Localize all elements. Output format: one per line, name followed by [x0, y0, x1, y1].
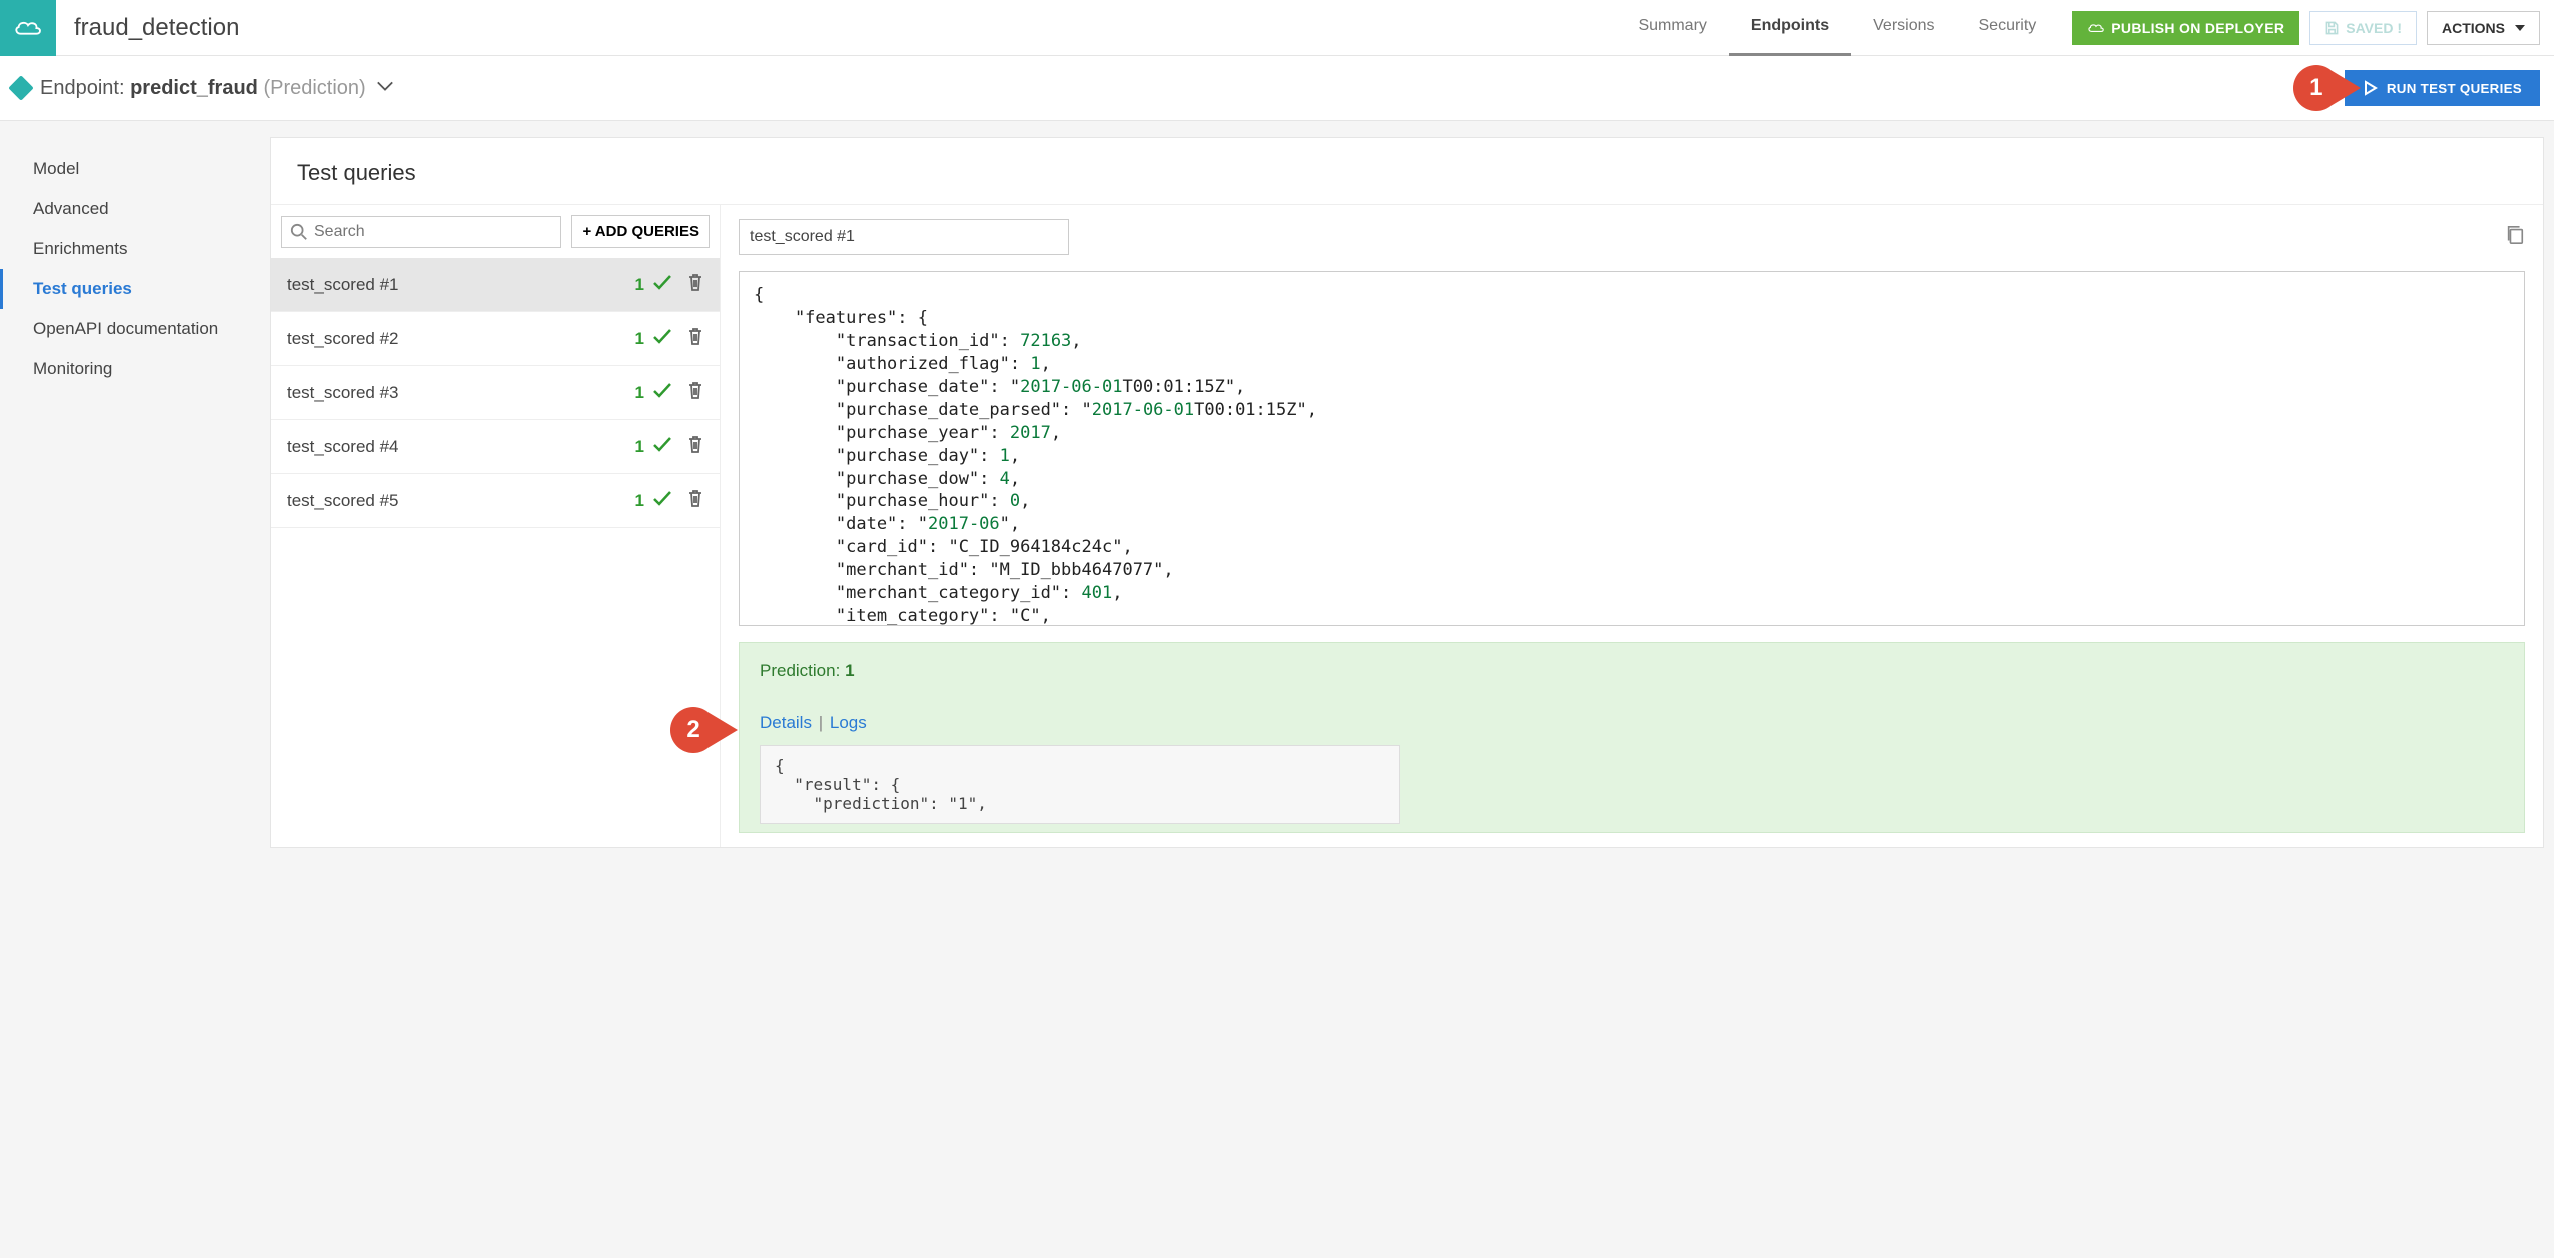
delete-query-button[interactable] [686, 380, 704, 405]
query-count: 1 [635, 329, 644, 349]
add-queries-button[interactable]: + ADD QUERIES [571, 215, 710, 248]
publish-button[interactable]: PUBLISH ON DEPLOYER [2072, 11, 2299, 45]
top-tabs: SummaryEndpointsVersionsSecurity [1616, 0, 2058, 56]
endpoint-name: predict_fraud [130, 77, 258, 99]
query-count: 1 [635, 275, 644, 295]
endpoint-type: (Prediction) [263, 77, 365, 99]
app-logo[interactable] [0, 0, 56, 56]
actions-label: ACTIONS [2442, 20, 2505, 36]
query-count: 1 [635, 437, 644, 457]
query-name: test_scored #3 [287, 383, 399, 403]
chevron-down-icon [376, 80, 394, 92]
query-name: test_scored #4 [287, 437, 399, 457]
sidebar-item-test-queries[interactable]: Test queries [0, 269, 270, 309]
prediction-value: 1 [845, 661, 854, 680]
query-name-input[interactable] [739, 219, 1069, 255]
top-bar: fraud_detection SummaryEndpointsVersions… [0, 0, 2554, 56]
prediction-box: Prediction: 1 2 Details | Logs { "result… [739, 642, 2525, 833]
logs-link[interactable]: Logs [830, 713, 867, 732]
endpoint-dropdown[interactable] [376, 79, 394, 97]
cloud-icon [13, 18, 43, 38]
endpoint-title: Endpoint: predict_fraud (Prediction) [40, 77, 366, 100]
check-icon [652, 274, 672, 295]
search-icon [290, 223, 308, 241]
delete-query-button[interactable] [686, 488, 704, 513]
annotation-1-label: 1 [2309, 74, 2322, 102]
query-count: 1 [635, 491, 644, 511]
separator: | [819, 713, 823, 732]
main-panel: Test queries + ADD QUERIES test_scored #… [270, 137, 2544, 848]
endpoint-bar: Endpoint: predict_fraud (Prediction) 1 R… [0, 56, 2554, 121]
delete-query-button[interactable] [686, 434, 704, 459]
chevron-down-icon [2515, 25, 2525, 31]
tab-security[interactable]: Security [1957, 0, 2059, 56]
cloud-icon [2087, 21, 2105, 35]
query-name: test_scored #5 [287, 491, 399, 511]
query-detail-panel: { "features": { "transaction_id": 72163,… [721, 205, 2543, 847]
sidebar-item-monitoring[interactable]: Monitoring [0, 349, 270, 389]
sidebar-item-advanced[interactable]: Advanced [0, 189, 270, 229]
actions-button[interactable]: ACTIONS [2427, 11, 2540, 45]
top-actions: PUBLISH ON DEPLOYER SAVED ! ACTIONS [2058, 11, 2554, 45]
sidebar-item-enrichments[interactable]: Enrichments [0, 229, 270, 269]
endpoint-prefix: Endpoint: [40, 77, 125, 99]
result-json: { "result": { "prediction": "1", [760, 745, 1400, 824]
query-row[interactable]: test_scored #1 1 [271, 258, 720, 312]
saved-label: SAVED ! [2346, 20, 2402, 36]
sidebar-item-model[interactable]: Model [0, 149, 270, 189]
check-icon [652, 490, 672, 511]
prediction-label: Prediction: [760, 661, 840, 680]
body: ModelAdvancedEnrichmentsTest queriesOpen… [0, 121, 2554, 848]
panel-title: Test queries [271, 138, 2543, 204]
tab-versions[interactable]: Versions [1851, 0, 1956, 56]
check-icon [652, 328, 672, 349]
query-row[interactable]: test_scored #2 1 [271, 312, 720, 366]
app-title: fraud_detection [74, 14, 239, 42]
play-icon [2363, 80, 2379, 96]
check-icon [652, 382, 672, 403]
publish-label: PUBLISH ON DEPLOYER [2111, 20, 2284, 36]
query-row[interactable]: test_scored #5 1 [271, 474, 720, 528]
query-list-panel: + ADD QUERIES test_scored #11test_scored… [271, 205, 721, 847]
query-json-editor[interactable]: { "features": { "transaction_id": 72163,… [739, 271, 2525, 626]
details-link[interactable]: Details [760, 713, 812, 732]
annotation-1: 1 [2293, 65, 2339, 111]
copy-icon [2505, 224, 2525, 246]
search-input[interactable] [314, 223, 552, 241]
query-row[interactable]: test_scored #3 1 [271, 366, 720, 420]
run-label: RUN TEST QUERIES [2387, 81, 2522, 96]
annotation-2: 2 [670, 707, 716, 753]
save-icon [2324, 20, 2340, 36]
sidebar: ModelAdvancedEnrichmentsTest queriesOpen… [0, 121, 270, 417]
sidebar-item-openapi-documentation[interactable]: OpenAPI documentation [0, 309, 270, 349]
query-name: test_scored #2 [287, 329, 399, 349]
tab-summary[interactable]: Summary [1616, 0, 1728, 56]
copy-button[interactable] [2505, 224, 2525, 251]
annotation-2-label: 2 [686, 716, 699, 744]
panel-split: + ADD QUERIES test_scored #11test_scored… [271, 204, 2543, 847]
delete-query-button[interactable] [686, 272, 704, 297]
endpoint-icon [8, 75, 33, 100]
check-icon [652, 436, 672, 457]
saved-button[interactable]: SAVED ! [2309, 11, 2417, 45]
query-count: 1 [635, 383, 644, 403]
search-box[interactable] [281, 216, 561, 248]
tab-endpoints[interactable]: Endpoints [1729, 0, 1851, 56]
query-row[interactable]: test_scored #4 1 [271, 420, 720, 474]
run-test-queries-button[interactable]: RUN TEST QUERIES [2345, 70, 2540, 106]
query-name: test_scored #1 [287, 275, 399, 295]
delete-query-button[interactable] [686, 326, 704, 351]
